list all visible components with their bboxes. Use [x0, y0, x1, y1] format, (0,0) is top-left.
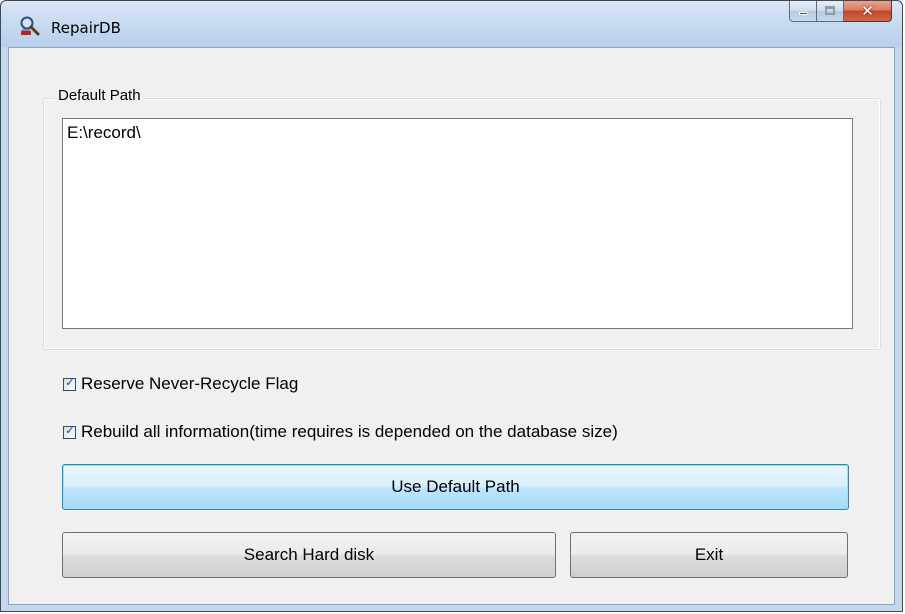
close-icon: ✕ — [861, 2, 874, 20]
search-hard-disk-button[interactable]: Search Hard disk — [62, 532, 556, 578]
reserve-never-recycle-label: Reserve Never-Recycle Flag — [81, 374, 299, 393]
exit-button[interactable]: Exit — [570, 532, 848, 578]
minimize-button[interactable] — [789, 1, 817, 22]
caption-buttons: ✕ — [789, 1, 892, 23]
close-button[interactable]: ✕ — [844, 1, 892, 22]
maximize-icon — [825, 6, 835, 15]
rebuild-all-label: Rebuild all information(time requires is… — [81, 422, 618, 441]
rebuild-all-option[interactable]: ✓ Rebuild all information(time requires … — [63, 422, 618, 442]
default-path-group: Default Path E:\record\ — [43, 87, 881, 350]
default-path-group-label: Default Path — [55, 87, 144, 104]
reserve-never-recycle-checkbox[interactable]: ✓ — [63, 376, 76, 391]
minimize-icon — [799, 12, 808, 15]
checkmark-icon: ✓ — [65, 376, 75, 389]
window-title: RepairDB — [51, 19, 121, 37]
repair-db-app-icon — [19, 15, 41, 37]
checkmark-icon: ✓ — [65, 424, 75, 437]
dialog-client-area: Default Path E:\record\ ✓ Reserve Never-… — [8, 47, 895, 605]
use-default-path-button[interactable]: Use Default Path — [62, 464, 849, 510]
default-path-textbox[interactable]: E:\record\ — [62, 118, 853, 329]
repairdb-window: RepairDB ✕ Default Path E:\record\ ✓ Res… — [0, 0, 903, 612]
title-bar[interactable]: RepairDB ✕ — [1, 1, 902, 47]
rebuild-all-checkbox[interactable]: ✓ — [63, 424, 76, 439]
maximize-button[interactable] — [817, 1, 844, 22]
reserve-never-recycle-option[interactable]: ✓ Reserve Never-Recycle Flag — [63, 374, 298, 394]
